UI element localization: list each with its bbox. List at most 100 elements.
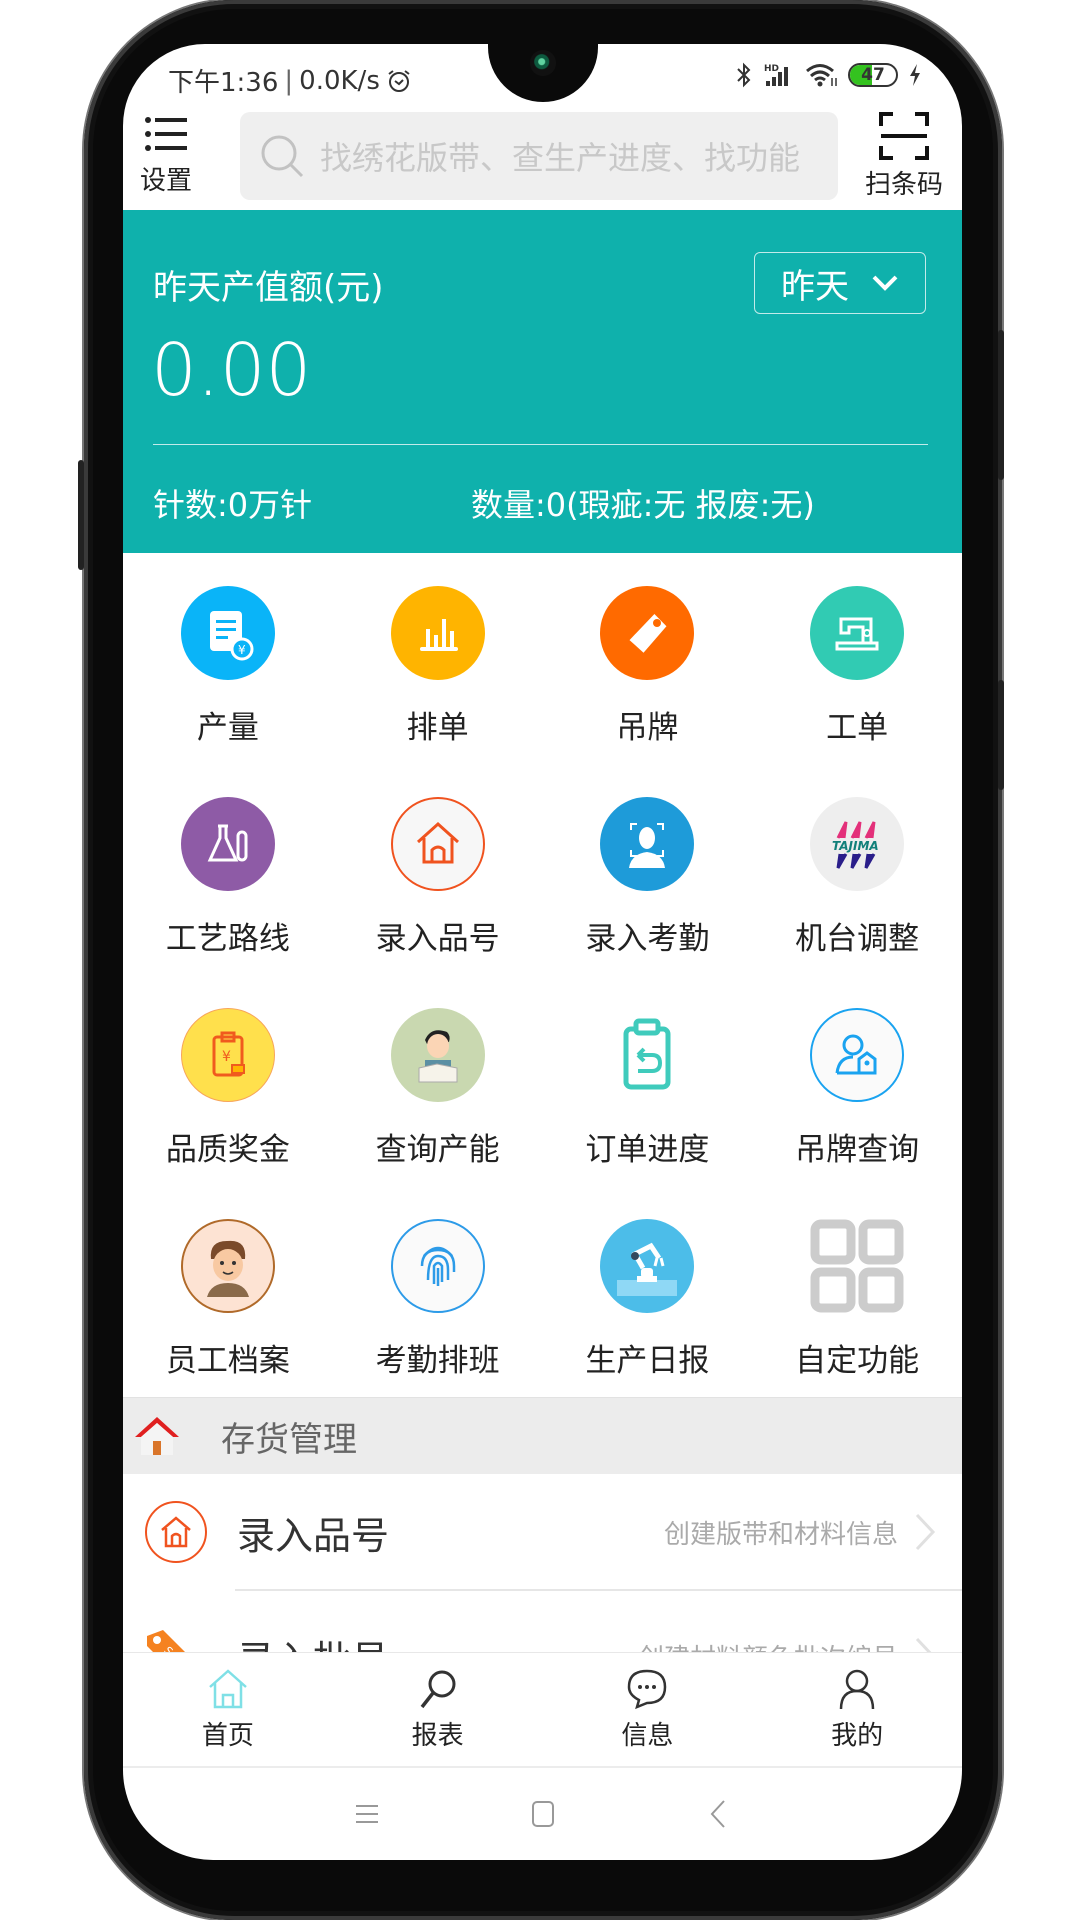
tab-label: 我的 [831,1721,884,1751]
period-selected: 昨天 [781,266,849,307]
bar-chart-icon [390,586,485,680]
alarm-icon [388,69,410,92]
grid-label: 工艺路线 [165,921,290,957]
quantity-summary: 数量:0(瑕疵:无 报废:无) [471,486,815,524]
chevron-down-icon [872,275,898,291]
grid-item-attendance-schedule[interactable]: 考勤排班 [333,1186,543,1397]
grid-label: 考勤排班 [375,1343,500,1379]
grid-item-work-order[interactable]: 工单 [752,553,962,764]
grid-item-employee-records[interactable]: 员工档案 [123,1186,333,1397]
tab-reports[interactable]: 报表 [333,1653,543,1766]
grid-label: 订单进度 [585,1132,710,1168]
scan-barcode-button[interactable]: 扫条码 [859,112,949,210]
user-tag-icon [810,1008,905,1102]
grid-label: 工单 [826,710,889,746]
home-icon [209,1669,247,1709]
volume-button [78,460,84,570]
search-icon [261,135,304,178]
list-item-title: 录入品号 [237,1513,390,1558]
svg-text:HD: HD [764,64,779,74]
grid-item-process-route[interactable]: 工艺路线 [123,764,333,975]
row-divider [235,1589,962,1591]
stitch-count: 针数:0万针 [153,486,313,524]
employee-avatar-icon [180,1219,275,1313]
grid-item-order-progress[interactable]: 订单进度 [543,975,753,1186]
search-placeholder: 找绣花版带、查生产进度、找功能 [320,139,801,177]
top-header: 设置 找绣花版带、查生产进度、找功能 扫条码 [123,112,962,210]
grid-item-tag[interactable]: 吊牌 [543,553,753,764]
grid-item-schedule[interactable]: 排单 [333,553,543,764]
custom-grid-icon [810,1219,904,1313]
tab-messages[interactable]: 信息 [543,1653,753,1766]
search-magnifier-icon [420,1670,456,1709]
tab-label: 首页 [201,1721,254,1751]
tab-me[interactable]: 我的 [752,1653,962,1766]
grid-label: 查询产能 [375,1132,500,1168]
battery-icon: 47 [848,63,898,87]
svg-text:¥: ¥ [238,643,246,657]
status-bar: 下午1:36 | 0.0K/s HD 47 [123,44,962,112]
grid-item-enter-item-no[interactable]: 录入品号 [333,764,543,975]
grid-label: 产量 [196,710,259,746]
grid-item-tag-query[interactable]: 吊牌查询 [752,975,962,1186]
hd-signal-icon: HD [764,64,788,86]
grid-label: 吊牌 [616,710,679,746]
output-summary-panel: 昨天产值额(元) 昨天 0.00 针数:0万针 数量:0(瑕疵:无 报废:无) [123,210,962,553]
tag-icon [600,586,695,680]
bonus-clipboard-icon: ¥ [180,1008,275,1102]
person-icon [839,1669,875,1710]
list-item-desc: 创建版带和材料信息 [663,1519,898,1550]
grid-label: 员工档案 [165,1343,290,1379]
red-house-icon [135,1417,179,1455]
home-button-icon[interactable] [530,1800,556,1828]
grid-item-custom-functions[interactable]: 自定功能 [752,1186,962,1397]
grid-item-query-capacity[interactable]: 查询产能 [333,975,543,1186]
svg-text:¥: ¥ [222,1049,231,1065]
network-speed: 0.0K/s [299,65,380,96]
house-outline-icon [145,1501,207,1563]
section-header-inventory: 存货管理 [123,1397,962,1474]
tab-home[interactable]: 首页 [123,1653,333,1766]
grid-label: 录入考勤 [585,921,710,957]
tajima-logo-icon: TAJIMA [810,797,905,891]
production-doc-icon: ¥ [180,586,275,680]
house-outline-icon [390,797,485,891]
output-value: 0.00 [151,328,312,412]
bottom-tab-bar: 首页 报表 信息 我的 [123,1652,962,1768]
chevron-right-icon [915,1513,936,1551]
function-grid: ¥ 产量 排单 吊牌 工单 工艺路线 录入品号 录入考勤 TAJIMA 机台调整… [123,553,962,1397]
grid-label: 生产日报 [585,1343,710,1379]
front-camera [530,50,556,76]
wifi-icon [806,64,837,87]
app-screen: 下午1:36 | 0.0K/s HD 47 设置 找绣花版带、查生产进度、找功能… [123,44,962,1860]
back-icon[interactable] [706,1799,732,1829]
grid-label: 排单 [406,710,469,746]
lab-flask-icon [180,797,275,891]
scan-icon [879,112,929,160]
section-title: 存货管理 [221,1419,357,1460]
camera-notch [488,44,598,102]
grid-label: 录入品号 [375,921,500,957]
settings-button[interactable]: 设置 [123,112,211,210]
grid-item-production[interactable]: ¥ 产量 [123,553,333,764]
period-dropdown[interactable]: 昨天 [754,252,926,314]
grid-item-quality-bonus[interactable]: ¥ 品质奖金 [123,975,333,1186]
summary-title: 昨天产值额(元) [153,268,384,308]
clipboard-return-icon [600,1008,695,1102]
search-input[interactable]: 找绣花版带、查生产进度、找功能 [240,112,838,200]
grid-label: 吊牌查询 [795,1132,920,1168]
grid-label: 自定功能 [795,1343,920,1379]
grid-item-enter-attendance[interactable]: 录入考勤 [543,764,753,975]
grid-item-daily-report[interactable]: 生产日报 [543,1186,753,1397]
menu-list-icon [145,117,187,151]
list-item-enter-item-no[interactable]: 录入品号 创建版带和材料信息 [123,1474,962,1590]
tab-label: 信息 [621,1721,674,1751]
system-nav-bar [123,1768,962,1860]
grid-item-machine-adjust[interactable]: TAJIMA 机台调整 [752,764,962,975]
scan-label: 扫条码 [864,170,943,200]
recent-apps-icon[interactable] [354,1801,380,1827]
side-button [998,680,1004,790]
fingerprint-icon [390,1219,485,1313]
chat-bubble-icon [628,1669,667,1710]
sewing-machine-icon [810,586,905,680]
